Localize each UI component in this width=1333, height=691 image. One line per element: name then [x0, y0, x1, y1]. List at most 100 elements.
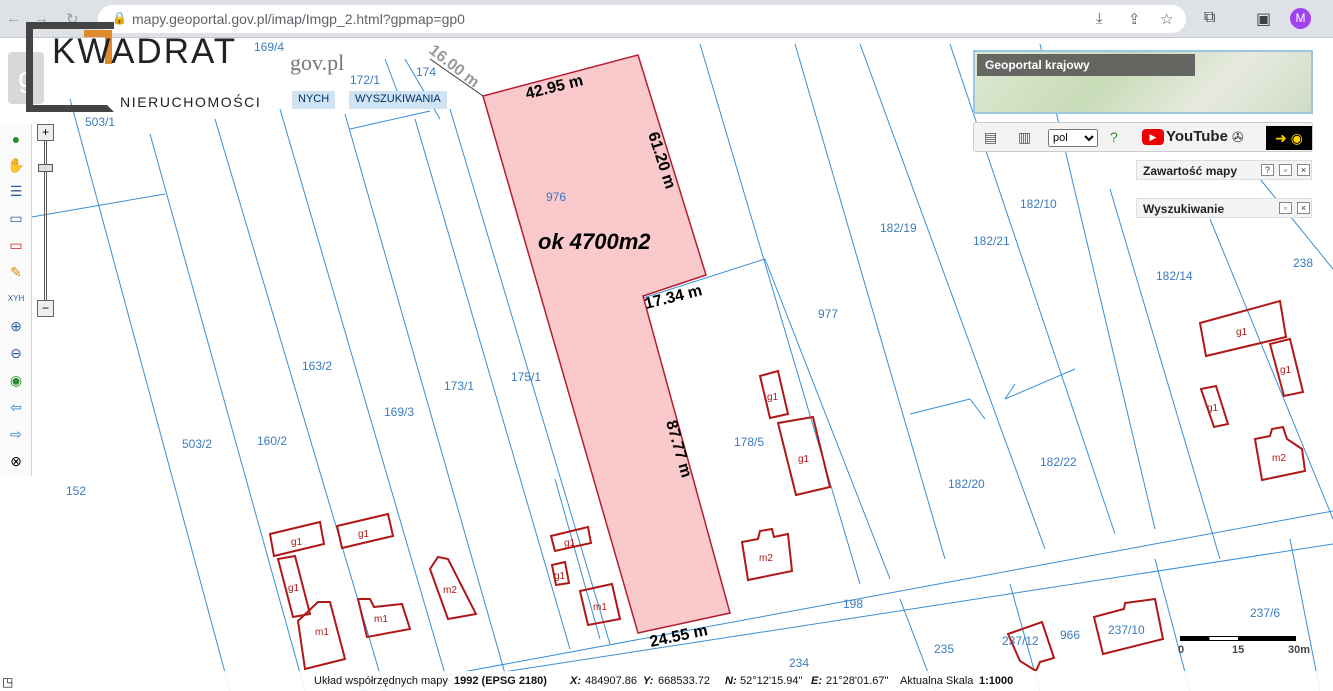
- left-toolbar: ● ✋ ☰ ▭ ▭ ✎ XYH ⊕ ⊖ ◉ ⇦ ⇨ ⊗: [0, 124, 32, 476]
- building-label-g1: g1: [767, 392, 779, 403]
- zoom-plus-button[interactable]: +: [37, 124, 54, 141]
- building-label-m1: m1: [374, 614, 388, 625]
- accessibility-icon[interactable]: ✇: [1232, 129, 1244, 146]
- share-icon[interactable]: ⇪: [1128, 10, 1141, 28]
- select-feature-icon[interactable]: ▭: [7, 236, 25, 254]
- plot-number: 182/22: [1040, 455, 1077, 469]
- scale-tick: 15: [1232, 644, 1245, 656]
- scale-value: 1:1000: [979, 675, 1014, 687]
- zoom-thumb[interactable]: [38, 164, 53, 172]
- n-value: 52°12'15.94": [740, 675, 803, 687]
- plot-number: 237/10: [1108, 623, 1145, 637]
- scale-tick: 0: [1178, 644, 1185, 656]
- resize-corner-icon: ◳: [2, 675, 14, 689]
- extensions-icon[interactable]: ⧉: [1204, 9, 1215, 27]
- plot-number: 237/12: [1002, 634, 1039, 648]
- sidebar-icon[interactable]: ▣: [1256, 9, 1271, 29]
- plot-number: 163/2: [302, 359, 332, 373]
- globe-icon[interactable]: ◉: [7, 371, 25, 389]
- plot-number: 976: [546, 190, 566, 204]
- language-select[interactable]: pol: [1048, 129, 1098, 147]
- building-label-g1: g1: [288, 583, 300, 594]
- plot-number: 175/1: [511, 370, 541, 384]
- contents-panel-title: Zawartość mapy: [1143, 164, 1238, 178]
- info-icon[interactable]: ●: [7, 130, 25, 148]
- search-panel-title: Wyszukiwanie: [1143, 202, 1225, 216]
- zoom-slider[interactable]: + −: [36, 124, 56, 320]
- scale-tick: 30m: [1288, 644, 1311, 656]
- menu-search-button[interactable]: WYSZUKIWANIA: [349, 91, 447, 109]
- layers-list-icon[interactable]: ☰: [7, 182, 25, 200]
- menu-data-button[interactable]: NYCH: [292, 91, 336, 109]
- minimize-icon[interactable]: ▫: [1279, 202, 1292, 214]
- plot-number: 182/20: [948, 477, 985, 491]
- plot-number: 182/21: [973, 234, 1010, 248]
- plot-number: 172/1: [350, 73, 380, 87]
- back-arrow-icon[interactable]: ←: [6, 10, 21, 27]
- plot-number: 238: [1293, 256, 1313, 270]
- scale-line: [1180, 636, 1296, 641]
- legend-icon[interactable]: ▤: [984, 129, 997, 146]
- help-icon[interactable]: ?: [1110, 129, 1118, 145]
- select-area-icon[interactable]: ▭: [7, 209, 25, 227]
- building-label-g1: g1: [564, 538, 576, 549]
- close-icon[interactable]: ×: [1297, 202, 1310, 214]
- kwadrat-watermark: KWADRAT NIERUCHOMOŚCI: [26, 22, 326, 117]
- coordinates-icon[interactable]: XYH: [7, 290, 25, 308]
- building-label-g1: g1: [1236, 327, 1248, 338]
- plot-number: 160/2: [257, 434, 287, 448]
- scale-label: Aktualna Skala: [900, 675, 974, 687]
- building-label-m1: m1: [593, 602, 607, 613]
- help-icon[interactable]: ?: [1261, 164, 1274, 176]
- contents-panel[interactable]: Zawartość mapy ? ▫ ×: [1136, 160, 1312, 180]
- building-label-m1: m1: [315, 627, 329, 638]
- plot-number: 198: [843, 597, 863, 611]
- clear-icon[interactable]: ⊗: [7, 452, 25, 470]
- search-panel[interactable]: Wyszukiwanie ▫ ×: [1136, 198, 1312, 218]
- x-value: 484907.86: [585, 675, 637, 687]
- bookmark-star-icon[interactable]: ☆: [1160, 10, 1173, 28]
- watermark-subtitle: NIERUCHOMOŚCI: [120, 94, 262, 110]
- previous-view-icon[interactable]: ⇦: [7, 398, 25, 416]
- x-label: X:: [570, 675, 581, 687]
- pan-hand-icon[interactable]: ✋: [7, 156, 25, 174]
- youtube-play-icon: ▶: [1142, 129, 1164, 146]
- draw-pencil-icon[interactable]: ✎: [7, 263, 25, 281]
- overview-map[interactable]: Geoportal krajowy: [973, 50, 1313, 114]
- scale-bar: 0 15 30m: [1176, 634, 1316, 660]
- building-label-g1: g1: [554, 571, 566, 582]
- e-label: E:: [811, 675, 822, 687]
- profile-avatar[interactable]: M: [1290, 8, 1311, 29]
- plot-number: 173/1: [444, 379, 474, 393]
- zoom-out-icon[interactable]: ⊖: [7, 344, 25, 362]
- next-view-icon[interactable]: ⇨: [7, 425, 25, 443]
- overview-title: Geoportal krajowy: [977, 54, 1195, 76]
- plot-number: 169/3: [384, 405, 414, 419]
- plot-number: 234: [789, 656, 809, 670]
- youtube-label: YouTube: [1166, 128, 1228, 145]
- plot-number: 152: [66, 484, 86, 498]
- building-label-g1: g1: [1207, 403, 1219, 414]
- y-value: 668533.72: [658, 675, 710, 687]
- building-label-g1: g1: [1280, 365, 1292, 376]
- tools-bar: ▤ ▥ pol ? ▶ YouTube ✇ ➜ ◉: [973, 122, 1313, 152]
- coord-system-label: Układ współrzędnych mapy: [314, 675, 448, 687]
- building-label-g1: g1: [358, 529, 370, 540]
- zoom-in-icon[interactable]: ⊕: [7, 317, 25, 335]
- plot-number: 182/14: [1156, 269, 1193, 283]
- youtube-link[interactable]: ▶ YouTube: [1142, 128, 1228, 148]
- minimize-icon[interactable]: ▫: [1279, 164, 1292, 176]
- plot-number: 503/1: [85, 115, 115, 129]
- area-label: ok 4700m2: [538, 229, 651, 254]
- plot-number: 237/6: [1250, 606, 1280, 620]
- building-label-g1: g1: [798, 454, 810, 465]
- n-label: N:: [725, 675, 737, 687]
- zoom-minus-button[interactable]: −: [37, 300, 54, 317]
- install-icon[interactable]: ⤓: [1096, 10, 1103, 27]
- contrast-eye-button[interactable]: ➜ ◉: [1266, 126, 1312, 150]
- building-label-m2: m2: [759, 553, 773, 564]
- close-icon[interactable]: ×: [1297, 164, 1310, 176]
- wms-icon[interactable]: ▥: [1018, 129, 1031, 146]
- status-bar: ◳ Układ współrzędnych mapy 1992 (EPSG 21…: [0, 671, 1333, 691]
- zoom-track: [44, 134, 47, 304]
